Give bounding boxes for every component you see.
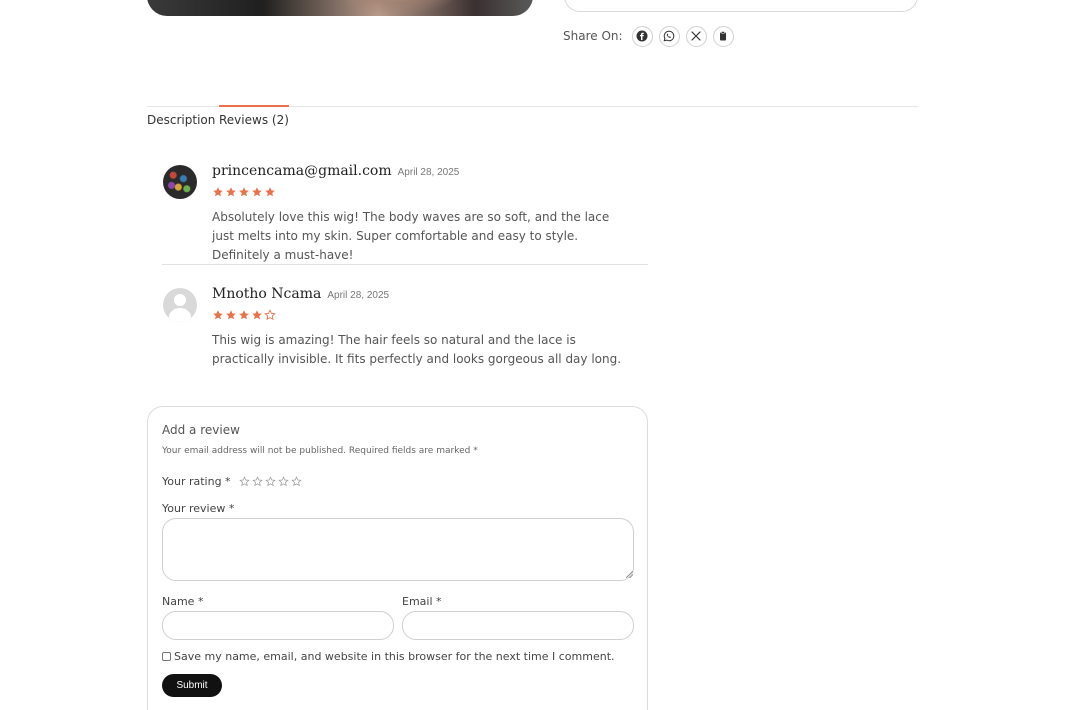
star-filled-icon — [252, 310, 262, 320]
star-outline-icon[interactable] — [238, 476, 250, 487]
form-notes: Your email address will not be published… — [162, 446, 478, 456]
name-label: Name * — [162, 595, 204, 608]
star-filled-icon — [213, 187, 223, 197]
star-outline-icon[interactable] — [290, 476, 302, 487]
star-filled-icon — [239, 187, 249, 197]
review-author: Mnotho Ncama — [212, 286, 322, 302]
facebook-share-button[interactable] — [631, 25, 653, 47]
avatar — [163, 288, 197, 322]
submit-button[interactable]: Submit — [162, 674, 222, 697]
review-item: Mnotho Ncama April 28, 2025 This wig is a… — [162, 286, 648, 376]
star-filled-icon — [226, 187, 236, 197]
email-label: Email * — [402, 595, 442, 608]
star-outline-icon — [264, 309, 276, 321]
product-image — [147, 0, 533, 16]
review-text: This wig is amazing! The hair feels so n… — [212, 333, 622, 366]
save-info-row: Save my name, email, and website in this… — [162, 650, 615, 663]
form-title: Add a review — [162, 423, 240, 437]
star-outline-icon[interactable] — [277, 476, 289, 487]
star-outline-icon[interactable] — [251, 476, 263, 487]
review-author-line: Mnotho Ncama April 28, 2025 — [212, 286, 389, 302]
review-rating — [212, 309, 276, 321]
review-label: Your review * — [162, 502, 235, 515]
product-tabs: Description Reviews (2) — [147, 105, 918, 133]
review-divider — [162, 264, 648, 265]
product-option-box[interactable] — [564, 0, 918, 12]
x-share-button[interactable] — [685, 25, 707, 47]
name-field[interactable] — [162, 611, 394, 640]
share-row: Share On: — [563, 25, 734, 47]
star-filled-icon — [239, 310, 249, 320]
review-author-line: princencama@gmail.com April 28, 2025 — [212, 163, 459, 179]
save-info-label: Save my name, email, and website in this… — [174, 650, 615, 663]
share-label: Share On: — [563, 29, 623, 43]
x-icon — [691, 31, 701, 41]
product-page: Share On: Description Reviews (2) prince… — [0, 0, 1065, 710]
star-filled-icon — [265, 187, 275, 197]
review-date: April 28, 2025 — [397, 167, 460, 178]
star-filled-icon — [226, 310, 236, 320]
review-text: Absolutely love this wig! The body waves… — [212, 210, 610, 262]
review-rating — [212, 186, 276, 198]
copy-link-button[interactable] — [712, 25, 734, 47]
tab-description[interactable]: Description — [147, 107, 215, 133]
review-date: April 28, 2025 — [327, 290, 390, 301]
star-filled-icon — [213, 310, 223, 320]
whatsapp-share-button[interactable] — [658, 25, 680, 47]
clipboard-icon — [720, 31, 727, 41]
star-outline-icon[interactable] — [264, 476, 276, 487]
save-info-checkbox[interactable] — [162, 652, 171, 661]
tab-reviews[interactable]: Reviews (2) — [219, 105, 289, 133]
whatsapp-icon — [663, 30, 675, 42]
review-form: Add a review Your email address will not… — [147, 406, 648, 710]
review-author: princencama@gmail.com — [212, 163, 392, 179]
review-item: princencama@gmail.com April 28, 2025 Abso… — [162, 163, 648, 262]
rating-selector — [238, 476, 302, 487]
email-field[interactable] — [402, 611, 634, 640]
resize-grip-icon[interactable] — [626, 571, 633, 578]
facebook-icon — [636, 30, 648, 42]
rating-label: Your rating * — [162, 475, 231, 488]
star-filled-icon — [252, 187, 262, 197]
rating-row: Your rating * — [162, 475, 302, 488]
avatar — [163, 165, 197, 199]
review-textarea[interactable] — [162, 518, 634, 581]
